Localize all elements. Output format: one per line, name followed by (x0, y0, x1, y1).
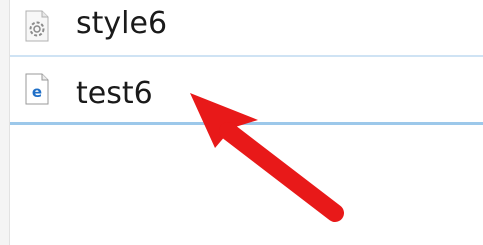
list-item-style6[interactable]: style6 (10, 0, 483, 57)
list-item-test6[interactable]: e test6 (10, 57, 483, 125)
pane-left-edge (0, 0, 10, 245)
file-name-label: style6 (76, 6, 168, 41)
arrow-shaft (219, 122, 344, 222)
file-name-label: test6 (76, 76, 153, 111)
settings-file-icon (25, 10, 49, 42)
edge-html-file-icon: e (25, 73, 49, 105)
svg-text:e: e (32, 83, 42, 101)
file-explorer-list: style6 e test6 (0, 0, 483, 245)
